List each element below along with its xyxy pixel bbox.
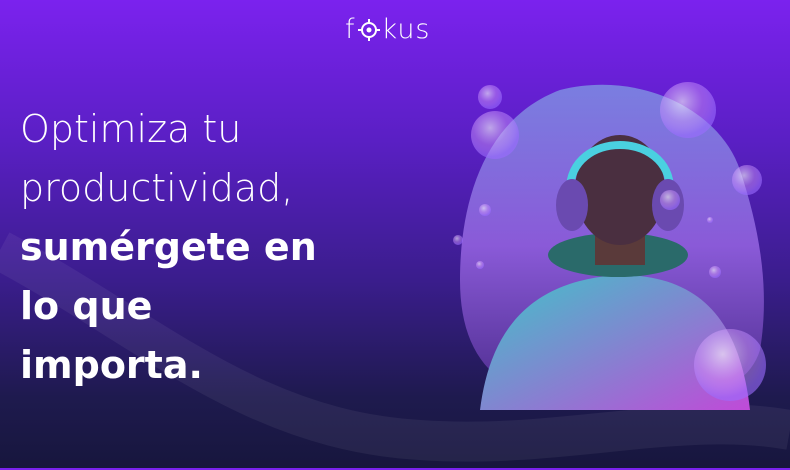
fokus-logo[interactable]: f kus: [345, 14, 431, 45]
target-icon: [357, 18, 380, 41]
hero-illustration: [453, 82, 766, 410]
hero-headline: Optimiza tu productividad, sumérgete en …: [20, 107, 317, 387]
